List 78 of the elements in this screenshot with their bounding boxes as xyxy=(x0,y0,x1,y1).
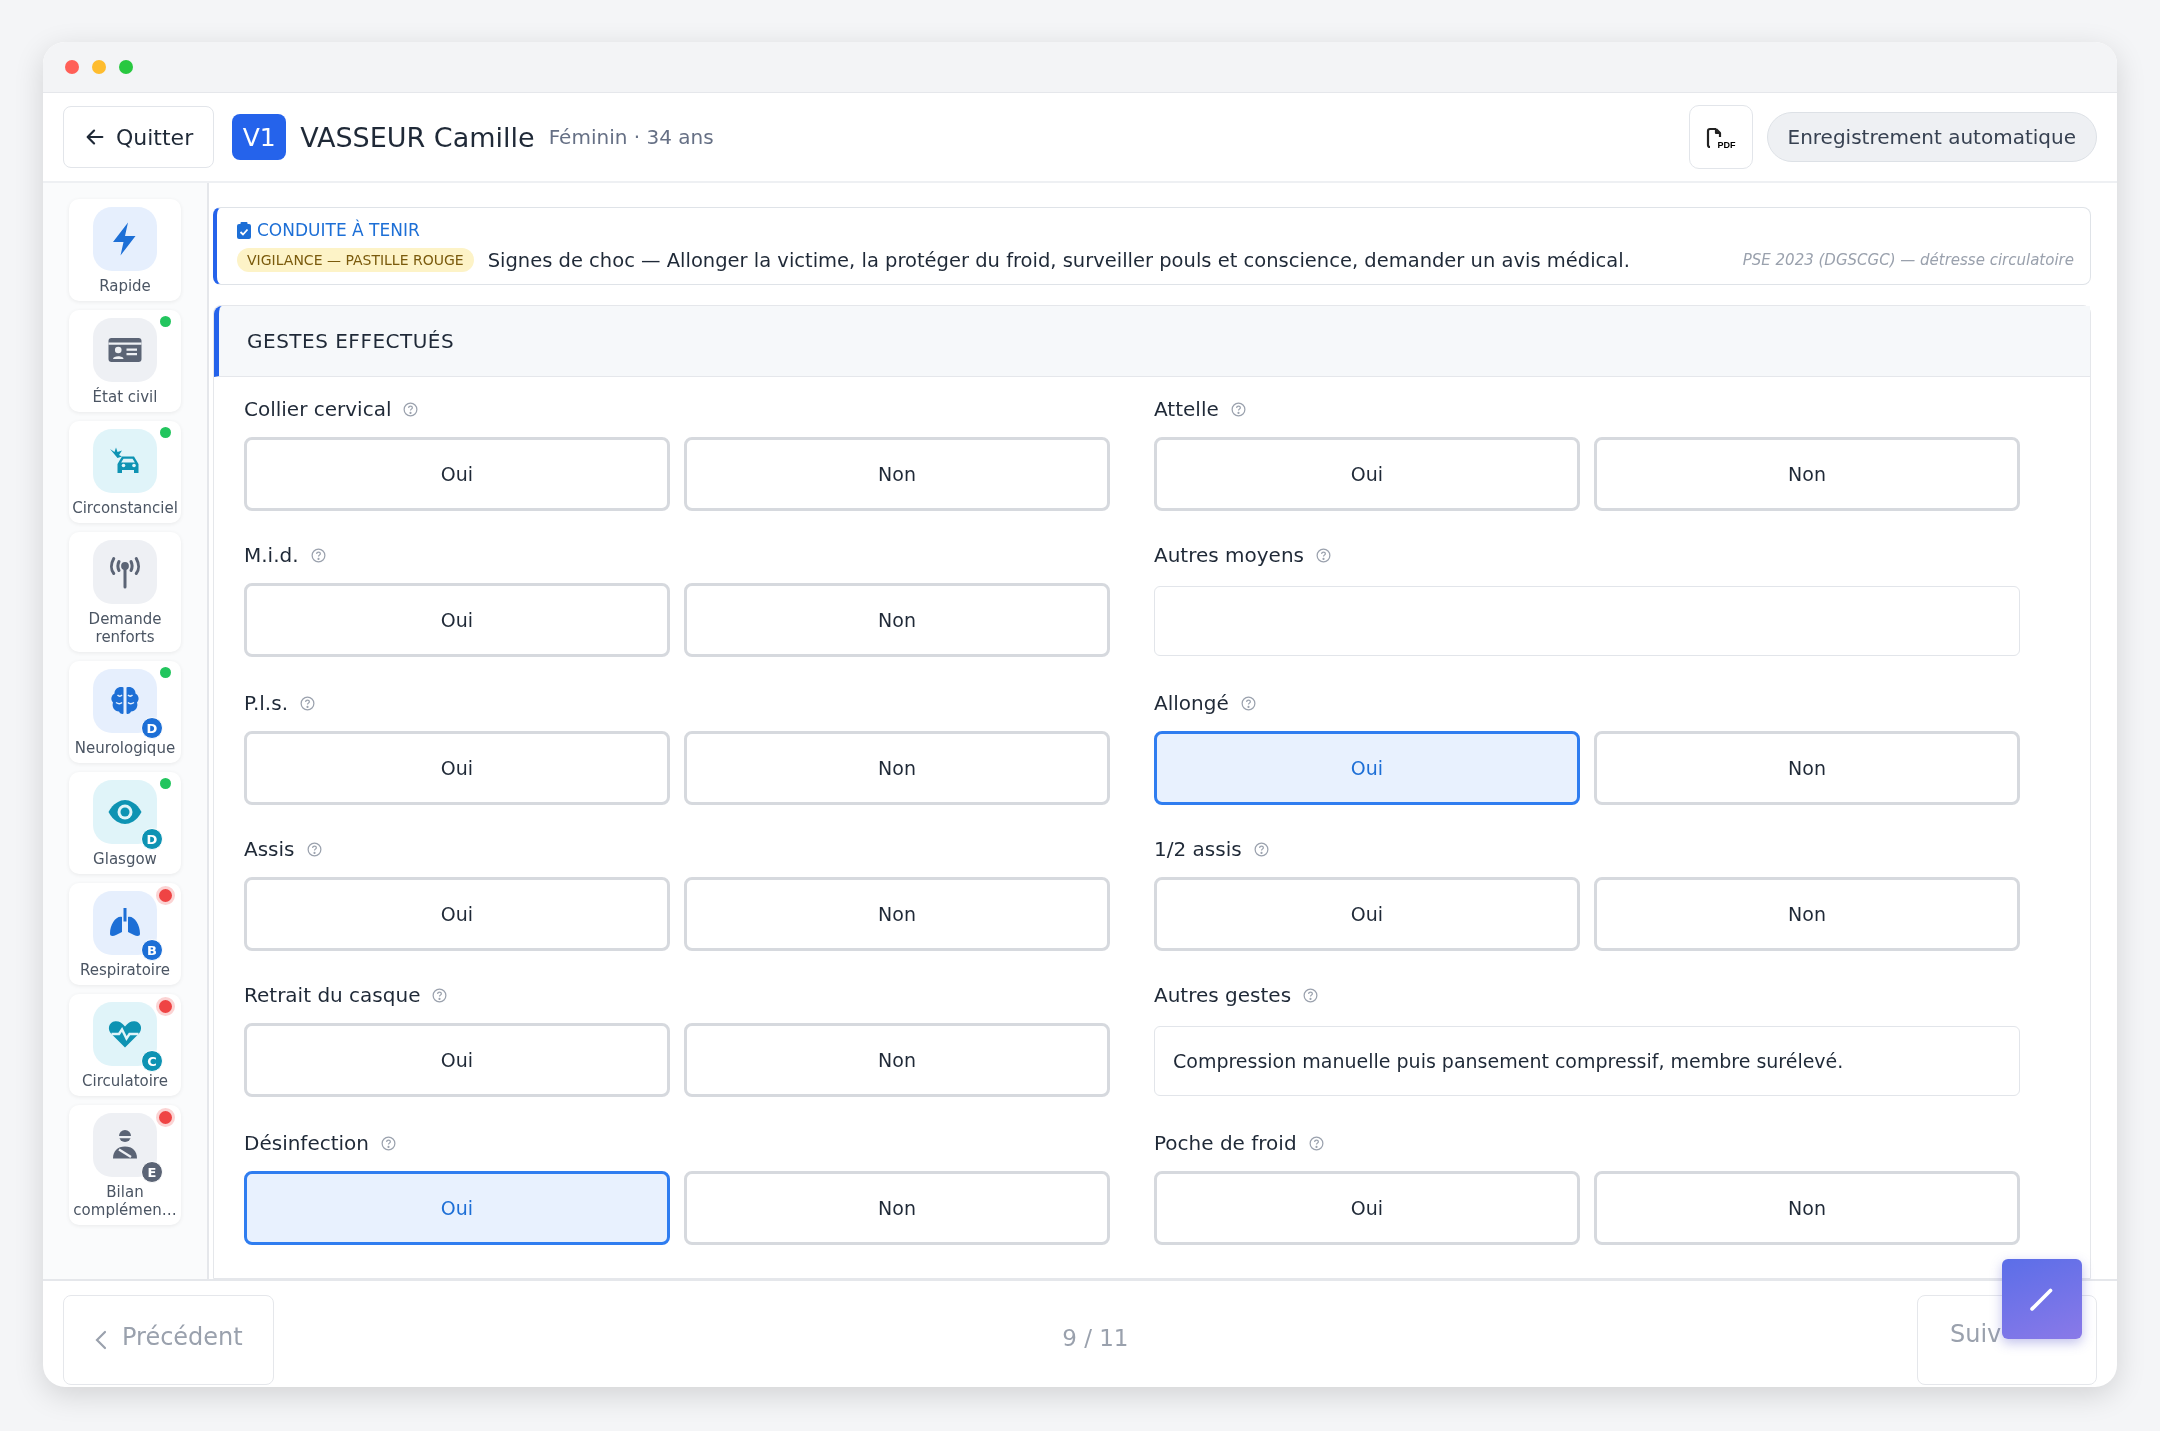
help-icon[interactable] xyxy=(306,841,322,857)
choice-button[interactable]: Oui xyxy=(244,1023,670,1097)
help-icon[interactable] xyxy=(310,547,326,563)
field-label: Autres gestes xyxy=(1154,983,1292,1007)
letter-badge: D xyxy=(141,717,163,739)
field-label: Allongé xyxy=(1154,691,1229,715)
field-label: Autres moyens xyxy=(1154,543,1305,567)
guidance-title: CONDUITE À TENIR xyxy=(257,220,420,240)
choice-button[interactable]: Oui xyxy=(1154,437,1580,511)
help-icon[interactable] xyxy=(300,695,315,711)
field-label: Assis xyxy=(244,837,295,861)
guidance-text: Signes de choc — Allonger la victime, la protéger du froid, surveiller pouls et conscience, demander un avis médical. xyxy=(487,248,1630,272)
minimize-light[interactable] xyxy=(92,60,106,74)
sidebar-item[interactable]: C Circulatoire xyxy=(69,994,181,1096)
choice-button[interactable]: Non xyxy=(684,583,1110,657)
letter-badge: B xyxy=(141,939,163,961)
help-icon[interactable] xyxy=(1316,547,1332,563)
letter-badge: C xyxy=(141,1050,163,1072)
choice-button[interactable]: Non xyxy=(1594,1171,2020,1245)
autosave-status: Enregistrement automatique xyxy=(1766,112,2097,162)
choice-button[interactable]: Oui xyxy=(244,731,670,805)
field-label: Collier cervical xyxy=(244,397,392,421)
field-label: Retrait du casque xyxy=(244,983,421,1007)
vigilance-tag: VIGILANCE — PASTILLE ROUGE xyxy=(237,248,474,272)
sidebar-item[interactable]: Rapide xyxy=(69,199,181,301)
choice-button[interactable]: Oui xyxy=(244,437,670,511)
choice-button[interactable]: Oui xyxy=(1154,731,1580,805)
pdf-export-button[interactable]: PDF xyxy=(1688,105,1753,169)
text-field[interactable]: Compression manuelle puis pansement compressif, membre surélevé. xyxy=(1154,1026,2020,1096)
sidebar-item[interactable]: Demande renforts xyxy=(69,532,181,652)
letter-badge: E xyxy=(141,1161,163,1183)
field-label: P.l.s. xyxy=(244,691,288,715)
choice-button[interactable]: Oui xyxy=(1154,877,1580,951)
sidebar-item[interactable]: D Glasgow xyxy=(69,772,181,874)
quit-button[interactable]: Quitter xyxy=(63,106,215,168)
choice-button[interactable]: Non xyxy=(684,731,1110,805)
field-label: Poche de froid xyxy=(1154,1131,1297,1155)
choice-button[interactable]: Non xyxy=(1594,731,2020,805)
field-label: Désinfection xyxy=(244,1131,369,1155)
edit-button[interactable] xyxy=(2002,1259,2082,1339)
clipboard-check-icon xyxy=(237,221,251,239)
patient-name: VASSEUR Camille xyxy=(300,121,535,153)
sidebar-item[interactable]: Circonstanciel xyxy=(69,421,181,523)
sidebar-item[interactable]: B Respiratoire xyxy=(69,883,181,985)
patient-info: Féminin · 34 ans xyxy=(548,125,714,149)
help-icon[interactable] xyxy=(432,987,448,1003)
chevron-left-icon xyxy=(94,1329,108,1351)
choice-button[interactable]: Non xyxy=(684,1171,1110,1245)
sidebar-item[interactable]: E Bilan complémen… xyxy=(69,1105,181,1225)
choice-button[interactable]: Non xyxy=(684,1023,1110,1097)
field-label: 1/2 assis xyxy=(1154,837,1242,861)
help-icon[interactable] xyxy=(1240,695,1256,711)
field-label: Attelle xyxy=(1154,397,1219,421)
page-counter: 9 / 11 xyxy=(1061,1325,1130,1351)
guidance-source: PSE 2023 (DGSCGC) — détresse circulatoire xyxy=(1742,251,2074,269)
help-icon[interactable] xyxy=(403,401,419,417)
choice-button[interactable]: Non xyxy=(1594,877,2020,951)
choice-button[interactable]: Non xyxy=(684,877,1110,951)
zoom-light[interactable] xyxy=(119,60,133,74)
choice-button[interactable]: Oui xyxy=(1154,1171,1580,1245)
visit-badge: V1 xyxy=(232,114,287,160)
section-title: GESTES EFFECTUÉS xyxy=(247,329,455,353)
help-icon[interactable] xyxy=(1230,401,1246,417)
text-field[interactable] xyxy=(1154,586,2020,656)
close-light[interactable] xyxy=(65,60,79,74)
help-icon[interactable] xyxy=(1303,987,1319,1003)
letter-badge: D xyxy=(141,828,163,850)
choice-button[interactable]: Oui xyxy=(244,583,670,657)
choice-button[interactable]: Oui xyxy=(244,877,670,951)
help-icon[interactable] xyxy=(381,1135,396,1151)
sidebar-item[interactable]: D Neurologique xyxy=(69,661,181,763)
choice-button[interactable]: Oui xyxy=(244,1171,670,1245)
choice-button[interactable]: Non xyxy=(684,437,1110,511)
choice-button[interactable]: Non xyxy=(1594,437,2020,511)
sidebar-item[interactable]: État civil xyxy=(69,310,181,412)
field-label: M.i.d. xyxy=(244,543,299,567)
help-icon[interactable] xyxy=(1253,841,1269,857)
help-icon[interactable] xyxy=(1308,1135,1324,1151)
